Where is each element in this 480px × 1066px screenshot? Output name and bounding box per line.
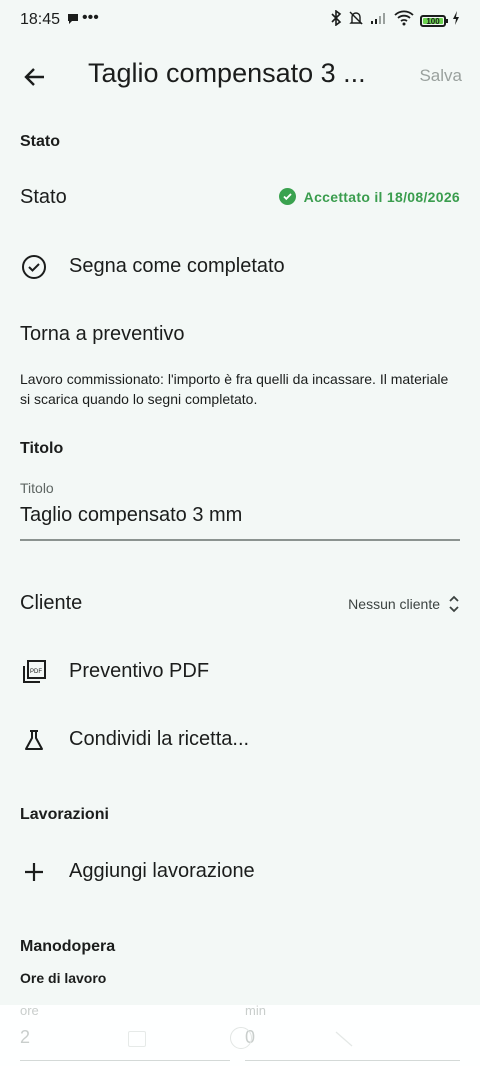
hours-field-label: ore: [20, 1003, 39, 1018]
battery-icon: 100: [420, 14, 448, 27]
status-info-text: Lavoro commissionato: l'importo è fra qu…: [20, 371, 449, 407]
hours-underline: [20, 1060, 230, 1061]
plus-icon: [20, 858, 48, 886]
bluetooth-icon: [330, 9, 342, 31]
quote-pdf-button[interactable]: PDF Preventivo PDF: [0, 645, 480, 699]
status-icons: 100: [330, 9, 460, 31]
add-processing-label: Aggiungi lavorazione: [69, 860, 255, 882]
status-more: •••: [82, 9, 99, 26]
back-to-quote-label: Torna a preventivo: [20, 323, 185, 345]
title-field-label: Titolo: [20, 480, 54, 496]
add-processing-button[interactable]: Aggiungi lavorazione: [0, 845, 480, 899]
client-select[interactable]: Nessun cliente: [348, 594, 460, 614]
check-circle-icon: [278, 188, 296, 205]
section-heading-manodopera: Manodopera: [20, 938, 116, 955]
charging-icon: [452, 11, 460, 30]
title-input-underline: [20, 539, 460, 541]
title-input[interactable]: Taglio compensato 3 mm: [20, 504, 460, 534]
chat-icon: [66, 12, 80, 31]
signal-icon: [370, 11, 388, 30]
pdf-icon: PDF: [20, 658, 48, 686]
share-recipe-button[interactable]: Condividi la ricetta...: [0, 713, 480, 767]
home-nav-icon[interactable]: [230, 1027, 252, 1049]
back-nav-icon[interactable]: [334, 1030, 354, 1053]
svg-text:PDF: PDF: [30, 669, 42, 675]
work-hours-heading: Ore di lavoro: [20, 970, 107, 986]
wifi-icon: [394, 10, 414, 31]
check-circle-outline-icon: [20, 253, 48, 281]
silent-icon: [348, 10, 364, 31]
mark-completed-label: Segna come completato: [69, 255, 285, 277]
page-title: Taglio compensato 3 ...: [88, 58, 366, 88]
status-time: 18:45: [20, 11, 61, 28]
share-recipe-label: Condividi la ricetta...: [69, 728, 250, 750]
flask-icon: [20, 726, 48, 754]
section-heading-titolo: Titolo: [20, 440, 64, 457]
save-button[interactable]: Salva: [419, 66, 462, 86]
status-value: Accettato il 18/08/2026: [303, 188, 460, 205]
hours-input[interactable]: 2: [20, 1027, 230, 1055]
unfold-icon: [449, 595, 459, 613]
minutes-field-label: min: [245, 1003, 266, 1018]
status-badge: Accettato il 18/08/2026: [278, 188, 460, 205]
arrow-left-icon: [24, 68, 44, 86]
minutes-underline: [245, 1060, 460, 1061]
section-heading-lavorazioni: Lavorazioni: [20, 806, 109, 823]
mark-completed-button[interactable]: Segna come completato: [0, 240, 480, 294]
status-row-label: Stato: [20, 186, 67, 208]
client-label: Cliente: [20, 592, 83, 614]
back-button[interactable]: [18, 60, 52, 94]
section-heading-stato: Stato: [20, 133, 60, 150]
quote-pdf-label: Preventivo PDF: [69, 660, 210, 682]
recents-nav-icon[interactable]: [128, 1031, 146, 1047]
client-select-value: Nessun cliente: [348, 596, 440, 612]
back-to-quote-button[interactable]: Torna a preventivo: [0, 308, 480, 362]
